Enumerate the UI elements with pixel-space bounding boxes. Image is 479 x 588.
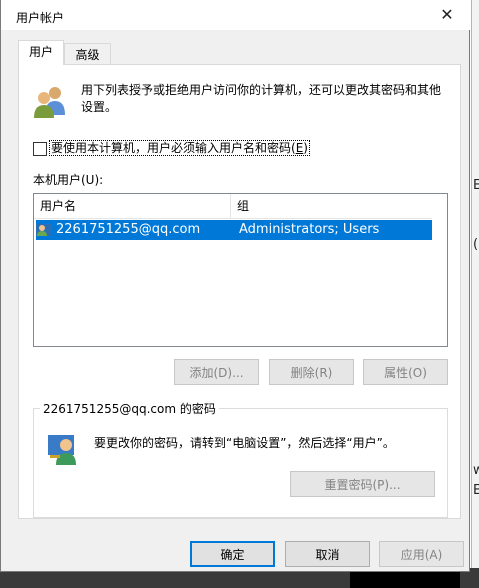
user-accounts-dialog: 用户帐户 ✕ 用户 高级 用下列表授予或拒绝用户访问你的计算机，还可以更改其密码… (0, 0, 471, 572)
group-cell: Administrators; Users (239, 222, 380, 237)
users-list-label: 本机用户(U): (33, 173, 104, 187)
background-text-fragment: ( (473, 237, 479, 252)
table-row[interactable]: 2261751255@qq.com Administrators; Users (36, 220, 432, 240)
background-text-fragment: E (473, 483, 479, 498)
require-login-checkbox[interactable] (33, 142, 47, 156)
column-header-username[interactable]: 用户名 (34, 194, 231, 218)
password-group-text: 要更改你的密码，请转到“电脑设置”，然后选择“用户”。 (94, 436, 395, 450)
column-header-group[interactable]: 组 (231, 194, 432, 218)
password-group-label: 2261751255@qq.com 的密码 (40, 400, 219, 417)
password-group: 2261751255@qq.com 的密码 要更改你的密码，请转到“电脑设置”，… (33, 400, 448, 518)
close-button[interactable]: ✕ (425, 0, 469, 30)
users-icon (34, 87, 65, 118)
apply-button[interactable]: 应用(A) (379, 541, 464, 567)
background-text-fragment: E (473, 178, 479, 193)
window-title: 用户帐户 (16, 11, 65, 25)
remove-user-button[interactable]: 删除(R) (269, 359, 354, 385)
user-key-icon (48, 435, 76, 465)
reset-password-button[interactable]: 重置密码(P)... (290, 471, 435, 497)
cancel-button[interactable]: 取消 (285, 541, 370, 567)
ok-button[interactable]: 确定 (190, 541, 275, 567)
tab-advanced[interactable]: 高级 (64, 43, 111, 65)
add-user-button[interactable]: 添加(D)... (174, 359, 259, 385)
title-bar: 用户帐户 ✕ (1, 0, 471, 30)
background-text-fragment: w (473, 463, 479, 478)
background-window-edge: E ( w E (471, 0, 479, 588)
username-cell: 2261751255@qq.com (56, 222, 201, 237)
require-login-label[interactable]: 要使用本计算机，用户必须输入用户名和密码(E) (49, 139, 310, 156)
listview-header: 用户名 组 (34, 194, 432, 219)
user-icon (36, 224, 52, 236)
properties-button[interactable]: 属性(O) (363, 359, 448, 385)
tab-users[interactable]: 用户 (18, 40, 64, 65)
users-listview[interactable]: 用户名 组 2261751255@qq.com Administrators; … (33, 193, 448, 347)
description-text: 用下列表授予或拒绝用户访问你的计算机，还可以更改其密码和其他设置。 (81, 83, 442, 114)
close-icon: ✕ (440, 5, 454, 24)
users-tab-panel: 用下列表授予或拒绝用户访问你的计算机，还可以更改其密码和其他设置。 要使用本计算… (18, 64, 461, 519)
